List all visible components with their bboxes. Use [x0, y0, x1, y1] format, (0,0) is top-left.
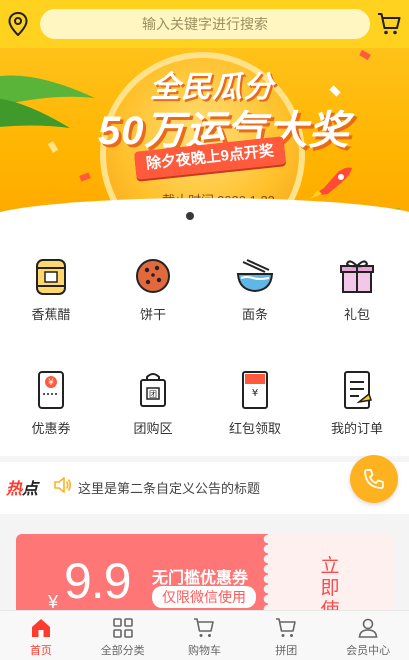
confetti	[359, 49, 371, 61]
coupon-section: ¥ 9.9 无门槛优惠券 仅限微信使用 立即使	[0, 514, 409, 621]
svg-text:¥: ¥	[48, 378, 54, 388]
category-label: 香蕉醋	[31, 307, 71, 322]
tab-label: 会员中心	[346, 645, 391, 657]
shopping-cart-icon[interactable]	[377, 12, 401, 36]
carousel-dot[interactable]	[200, 212, 209, 220]
tab-cart[interactable]: 购物车	[164, 611, 246, 660]
category-item-biscuit[interactable]: 饼干	[102, 256, 204, 336]
category-item-gift-pack[interactable]: 礼包	[306, 256, 408, 336]
order-list-icon	[344, 371, 372, 409]
tab-member-center[interactable]: 会员中心	[327, 611, 409, 660]
svg-text:团: 团	[149, 390, 157, 399]
category-item-banana-vinegar[interactable]: 香蕉醋	[0, 256, 102, 336]
hot-label: 热点	[6, 481, 39, 498]
coupon-perforation	[260, 534, 268, 614]
bottom-tab-bar: 首页 全部分类 购物车 拼团 会员中心	[0, 610, 409, 660]
tab-label: 全部分类	[100, 645, 145, 657]
tab-group-buy[interactable]: 拼团	[245, 611, 327, 660]
category-item-red-envelope[interactable]: ¥ 红包领取	[204, 370, 306, 450]
confetti	[47, 141, 59, 153]
category-item-group-buy[interactable]: 团 团购区	[102, 370, 204, 450]
category-label: 团购区	[133, 421, 173, 436]
category-label: 优惠券	[31, 421, 71, 436]
palm-leaf-decoration	[0, 75, 95, 128]
category-label: 饼干	[139, 307, 166, 322]
search-placeholder: 输入关键字进行搜索	[142, 16, 268, 32]
coupon-card[interactable]: ¥ 9.9 无门槛优惠券 仅限微信使用	[16, 534, 268, 614]
speaker-icon	[54, 477, 72, 493]
red-envelope-icon: ¥	[242, 371, 268, 409]
category-item-my-orders[interactable]: 我的订单	[306, 370, 408, 450]
phone-call-button[interactable]	[350, 455, 398, 503]
category-item-noodles[interactable]: 面条	[204, 256, 306, 336]
announcement-bar[interactable]: 热点 这里是第二条自定义公告的标题	[0, 462, 409, 508]
search-input[interactable]: 输入关键字进行搜索	[40, 9, 370, 39]
coupon-limit-tag: 仅限微信使用	[152, 586, 256, 608]
top-bar: 输入关键字进行搜索	[0, 0, 409, 48]
group-bag-icon: 团	[140, 373, 166, 407]
coupon-name: 无门槛优惠券	[152, 570, 249, 587]
phone-icon	[364, 469, 384, 489]
category-label: 我的订单	[330, 421, 383, 436]
gift-icon	[340, 260, 374, 293]
coupon-amount: 9.9	[64, 553, 132, 609]
tab-home[interactable]: 首页	[0, 611, 82, 660]
noodle-bowl-icon	[236, 259, 274, 293]
svg-text:¥: ¥	[252, 388, 258, 399]
cart-icon	[194, 618, 215, 637]
tab-label: 购物车	[187, 645, 221, 657]
tab-label: 拼团	[275, 645, 298, 657]
cart-icon	[276, 618, 297, 637]
rocket-icon	[310, 167, 352, 199]
category-item-coupons[interactable]: ¥ 优惠券	[0, 370, 102, 450]
location-pin-icon[interactable]	[8, 12, 28, 36]
announcement-text: 这里是第二条自定义公告的标题	[78, 481, 261, 496]
confetti	[329, 85, 341, 97]
tab-all-categories[interactable]: 全部分类	[82, 611, 164, 660]
carousel-dot[interactable]	[215, 212, 224, 220]
cookie-icon	[136, 259, 170, 293]
category-label: 红包领取	[228, 421, 281, 436]
carousel-dot[interactable]	[185, 212, 194, 220]
grid-icon	[112, 618, 133, 638]
home-icon	[31, 619, 50, 637]
jar-icon	[36, 259, 66, 295]
user-icon	[358, 618, 378, 638]
promo-banner[interactable]: 全民瓜分 50万运气大奖 除夕夜晚上9点开奖 截止时间 2020.1.22	[0, 48, 409, 228]
confetti	[79, 172, 91, 182]
category-label: 面条	[241, 307, 268, 322]
carousel-dots	[0, 212, 409, 220]
category-label: 礼包	[343, 307, 370, 322]
coupon-icon: ¥	[38, 371, 64, 409]
tab-label: 首页	[29, 645, 52, 657]
claim-coupon-button[interactable]: 立即使	[268, 534, 393, 621]
